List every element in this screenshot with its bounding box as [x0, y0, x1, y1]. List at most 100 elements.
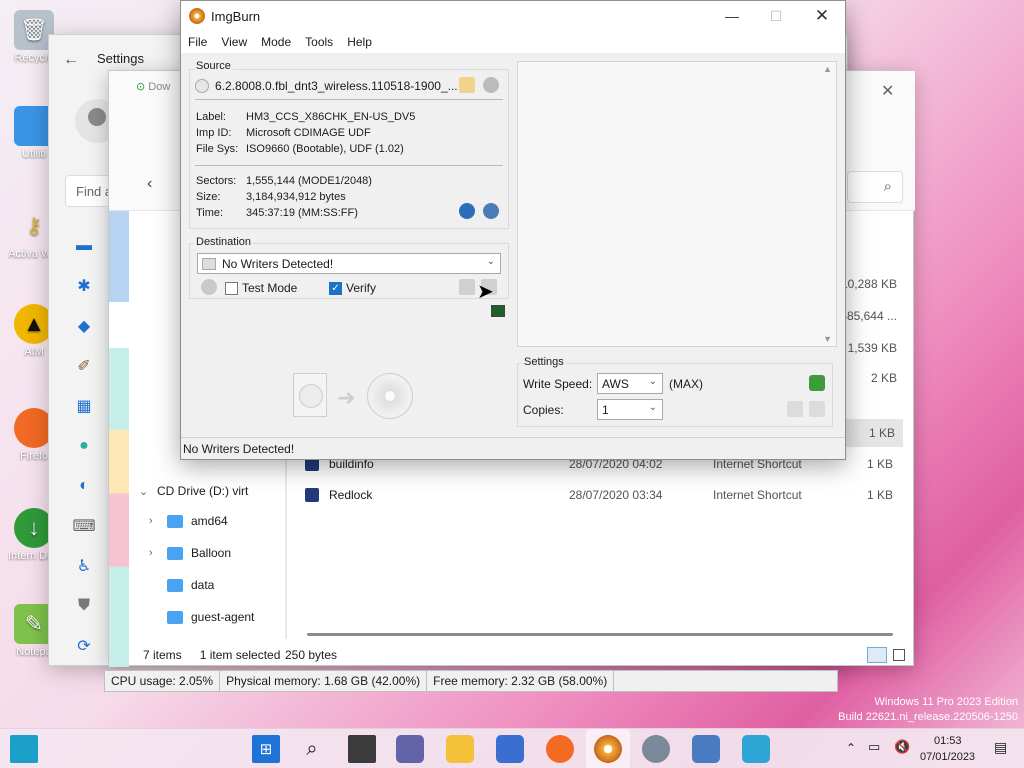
verify-checkbox[interactable]: ✓ Verify — [329, 281, 376, 295]
tree-item-amd64[interactable]: › amd64 — [149, 507, 228, 535]
file-size-cell: 1,539 KB — [847, 341, 897, 355]
folder-icon — [167, 514, 183, 528]
writer-select[interactable]: No Writers Detected! ⌄ — [197, 253, 501, 274]
explorer-search-box[interactable]: ⌕ — [847, 171, 903, 203]
divider — [195, 99, 503, 100]
browse-file-icon[interactable] — [459, 77, 475, 93]
search-icon: ⌕ — [883, 178, 892, 195]
network-icon[interactable]: ◆ — [71, 313, 97, 339]
chevron-down-icon: ⌄ — [139, 485, 149, 498]
store-icon[interactable] — [496, 735, 524, 763]
download-icon: ⊙ — [136, 81, 146, 93]
scroll-up-icon[interactable]: ▲ — [823, 64, 832, 74]
explorer-status-bar: 7 items 1 item selected — [143, 648, 281, 662]
gaming-icon[interactable]: ⌨ — [71, 513, 97, 539]
tree-item-guest-agent[interactable]: guest-agent — [167, 603, 254, 631]
time-row: Time: 345:37:19 (MM:SS:FF) — [196, 207, 358, 219]
minimize-button[interactable]: — — [709, 1, 755, 31]
folder-icon — [167, 578, 183, 592]
log-pane[interactable]: ▲ ▼ — [517, 61, 837, 347]
notification-icon[interactable]: ▤ — [994, 739, 1007, 756]
scroll-down-icon[interactable]: ▼ — [823, 334, 832, 344]
book-icon[interactable] — [809, 401, 825, 417]
taskbar: ⊞ ⌕ ⌃ ▭ 🔇 01:53 07/01/2023 ▤ — [0, 728, 1024, 768]
write-settings-title: Settings — [522, 356, 566, 368]
maximize-button[interactable]: ☐ — [753, 1, 799, 31]
widgets-icon[interactable] — [10, 735, 38, 763]
menu-tools[interactable]: Tools — [298, 35, 340, 49]
image-file-graphic-icon — [293, 373, 327, 417]
teams-icon[interactable] — [396, 735, 424, 763]
accessibility-icon[interactable]: ♿ — [71, 553, 97, 579]
write-speed-label: Write Speed: — [523, 377, 593, 391]
imgburn-app-icon — [189, 8, 205, 24]
task-view-icon[interactable] — [348, 735, 376, 763]
menu-file[interactable]: File — [181, 35, 214, 49]
personalization-icon[interactable]: ✐ — [71, 353, 97, 379]
file-sys-row: File Sys: ISO9660 (Bootable), UDF (1.02) — [196, 143, 404, 155]
chevron-right-icon: › — [149, 515, 153, 527]
edition-watermark: Windows 11 Pro 2023 Edition — [874, 696, 1019, 708]
write-settings-group — [517, 363, 833, 427]
cpu-usage: CPU usage: 2.05% — [105, 671, 221, 691]
back-arrow-icon[interactable]: ‹ — [147, 175, 152, 193]
windows-update-icon[interactable]: ⟳ — [71, 633, 97, 659]
volume-muted-icon[interactable]: 🔇 — [894, 739, 910, 755]
bluetooth-icon[interactable]: ✱ — [71, 273, 97, 299]
privacy-icon[interactable]: ⛊ — [71, 593, 97, 619]
log-window-icon[interactable] — [491, 305, 505, 317]
firefox-icon[interactable] — [546, 735, 574, 763]
refresh-drive-icon[interactable] — [459, 279, 475, 295]
system-icon[interactable]: ▬ — [71, 233, 97, 259]
calculate-icon[interactable] — [459, 203, 475, 219]
imgburn-icon[interactable] — [594, 735, 622, 763]
clock-time[interactable]: 01:53 — [934, 735, 962, 747]
search-icon[interactable]: ⌕ — [298, 735, 326, 763]
arrow-right-icon: ➜ — [337, 385, 356, 410]
copies-label: Copies: — [523, 403, 564, 417]
tree-item-balloon[interactable]: › Balloon — [149, 539, 231, 567]
tree-item-cd-drive[interactable]: ⌄ CD Drive (D:) virt — [139, 477, 248, 505]
details-view-icon[interactable] — [867, 647, 887, 663]
puzzle-icon[interactable] — [809, 375, 825, 391]
download-window-title: ⊙ Dow — [136, 81, 171, 93]
label-row: Label: HM3_CCS_X86CHK_EN-US_DV5 — [196, 111, 416, 123]
network-icon[interactable]: ▭ — [868, 739, 880, 755]
tiles-view-icon[interactable] — [893, 649, 905, 661]
physical-memory: Physical memory: 1.68 GB (42.00%) — [220, 671, 428, 691]
notepad-icon[interactable] — [742, 735, 770, 763]
back-arrow-icon[interactable]: ← — [63, 51, 79, 69]
settings-icon[interactable] — [642, 735, 670, 763]
eject-icon[interactable] — [201, 279, 217, 295]
table-row[interactable]: Redlock 28/07/2020 03:34 Internet Shortc… — [285, 480, 901, 510]
sectors-row: Sectors: 1,555,144 (MODE1/2048) — [196, 175, 372, 187]
checkmark-icon: ✓ — [329, 281, 342, 295]
create-image-icon[interactable] — [483, 77, 499, 93]
accounts-icon[interactable]: ● — [71, 433, 97, 459]
source-file-path[interactable]: 6.2.8008.0.fbl_dnt3_wireless.110518-1900… — [195, 75, 497, 97]
clock-date[interactable]: 07/01/2023 — [920, 751, 975, 763]
menu-view[interactable]: View — [214, 35, 254, 49]
disc-graphic-icon — [367, 373, 413, 419]
apps-icon[interactable]: ▦ — [71, 393, 97, 419]
file-explorer-icon[interactable] — [446, 735, 474, 763]
snipping-icon[interactable] — [692, 735, 720, 763]
settings-title: Settings — [97, 51, 144, 66]
close-button[interactable]: ✕ — [799, 1, 845, 31]
write-speed-select[interactable]: AWS ⌄ — [597, 373, 663, 394]
menu-mode[interactable]: Mode — [254, 35, 298, 49]
chevron-up-icon[interactable]: ⌃ — [846, 741, 856, 755]
close-icon[interactable]: ✕ — [881, 81, 894, 101]
internet-shortcut-icon — [305, 488, 319, 502]
chevron-down-icon: ⌄ — [648, 376, 657, 387]
horizontal-scrollbar[interactable] — [307, 633, 893, 636]
time-language-icon[interactable]: ◐ — [71, 473, 97, 499]
test-mode-checkbox[interactable]: Test Mode — [225, 281, 297, 295]
info-icon[interactable] — [483, 203, 499, 219]
imp-id-row: Imp ID: Microsoft CDIMAGE UDF — [196, 127, 371, 139]
start-icon[interactable]: ⊞ — [252, 735, 280, 763]
menu-help[interactable]: Help — [340, 35, 379, 49]
copy-settings-icon[interactable] — [787, 401, 803, 417]
tree-item-data[interactable]: data — [167, 571, 214, 599]
copies-select[interactable]: 1 ⌄ — [597, 399, 663, 420]
